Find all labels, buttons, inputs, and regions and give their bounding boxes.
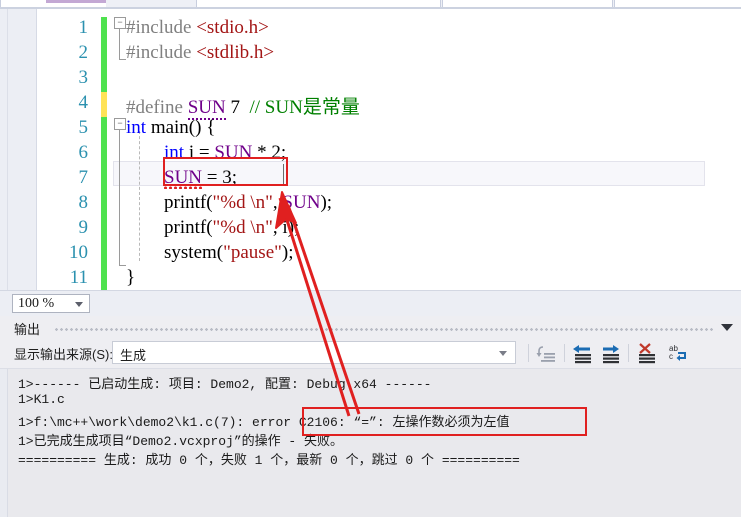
editor-status-strip (0, 290, 741, 317)
change-bar (101, 142, 107, 167)
code-token: "%d \n" (212, 192, 273, 213)
line-number: 2 (78, 42, 89, 63)
code-token: "pause" (223, 242, 282, 263)
chevron-down-icon (499, 351, 507, 356)
line-number: 5 (78, 117, 89, 138)
output-line[interactable]: 1>K1.c (18, 392, 65, 407)
code-token: , i); (272, 217, 300, 238)
output-toolbar[interactable]: 显示输出来源(S): 生成 ab c (0, 338, 741, 369)
code-token: } (126, 267, 136, 288)
code-token: SUN (282, 192, 321, 213)
code-text: #include <stdlib.h> (126, 42, 274, 64)
code-line[interactable]: 10 system("pause"); (0, 242, 741, 267)
output-text-area[interactable]: 1>------ 已启动生成: 项目: Demo2, 配置: Debug x64… (8, 369, 741, 517)
change-bar (101, 242, 107, 267)
code-token: #define (126, 97, 188, 118)
code-token: <stdlib.h> (196, 42, 275, 63)
toolbar-separator-1 (528, 344, 529, 362)
code-text: #include <stdio.h> (126, 17, 269, 39)
output-pane-title: 输出 (14, 322, 41, 337)
navigate-forward-icon[interactable] (598, 341, 624, 365)
change-bar (101, 17, 107, 42)
change-bar (101, 267, 107, 290)
code-token: , (272, 192, 283, 213)
code-text: #define SUN 7 // SUN是常量 (126, 92, 360, 120)
code-line[interactable]: 7 SUN = 3; (0, 167, 741, 192)
line-number: 8 (78, 192, 89, 213)
output-pane-header: 输出 (0, 316, 741, 338)
jump-to-source-icon[interactable] (534, 341, 560, 365)
change-bar (101, 42, 107, 67)
change-bar (101, 192, 107, 217)
code-text: } (126, 267, 135, 289)
change-bar (101, 92, 107, 117)
code-token: printf( (164, 192, 213, 213)
code-token: #include (126, 42, 197, 63)
line-number: 1 (78, 17, 89, 38)
output-source-label: 显示输出来源(S): (14, 347, 113, 362)
line-number: 3 (78, 67, 89, 88)
code-text: printf("%d \n", SUN); (164, 192, 332, 214)
code-token: printf( (164, 217, 213, 238)
toggle-word-wrap-icon[interactable]: ab c (666, 341, 692, 365)
clear-all-icon[interactable] (634, 341, 660, 365)
code-line[interactable]: 1 #include <stdio.h> (0, 17, 741, 42)
output-line[interactable]: ========== 生成: 成功 0 个，失败 1 个，最新 0 个，跳过 0… (18, 449, 520, 468)
code-token: main() { (146, 117, 216, 138)
line-number: 11 (69, 267, 88, 288)
code-token: int (126, 117, 147, 138)
change-bar (101, 217, 107, 242)
code-token: <stdio.h> (196, 17, 269, 38)
output-line[interactable]: 1>已完成生成项目“Demo2.vcxproj”的操作 - 失败。 (18, 430, 343, 449)
change-bar (101, 167, 107, 192)
line-number: 4 (78, 92, 89, 113)
editor-tab-strip[interactable] (0, 0, 741, 9)
zoom-level-select[interactable]: 100 % (12, 294, 90, 313)
chevron-down-icon[interactable] (721, 324, 733, 331)
code-editor[interactable]: − − 1 #include <stdio.h> 2 #include <stdlib… (0, 9, 741, 290)
annotation-box-code (163, 157, 288, 186)
zoom-level-value: 100 % (18, 296, 55, 311)
line-number: 9 (78, 217, 89, 238)
output-header-dotted-rule (54, 327, 715, 331)
code-token: // SUN是常量 (249, 97, 360, 118)
code-token: "%d \n" (212, 217, 273, 238)
code-token: #include (126, 17, 197, 38)
code-text: int main() { (126, 117, 215, 139)
change-bar (101, 117, 107, 142)
toolbar-separator-2 (564, 344, 565, 362)
code-text: system("pause"); (164, 242, 294, 264)
toolbar-separator-3 (628, 344, 629, 362)
line-number: 6 (78, 142, 89, 163)
line-number: 10 (69, 242, 88, 263)
change-bar (101, 67, 107, 92)
code-token: 7 (225, 97, 250, 118)
code-line[interactable]: 11} (0, 267, 741, 290)
code-token: system( (164, 242, 224, 263)
svg-text:c: c (669, 352, 673, 361)
code-line[interactable]: 9 printf("%d \n", i); (0, 217, 741, 242)
line-number: 7 (78, 167, 89, 188)
code-text: printf("%d \n", i); (164, 217, 299, 239)
navigate-backward-icon[interactable] (570, 341, 596, 365)
chevron-down-icon (75, 302, 83, 307)
output-source-value: 生成 (120, 348, 147, 363)
code-line[interactable]: 4 #define SUN 7 // SUN是常量 (0, 92, 741, 120)
code-line[interactable]: 5 int main() { (0, 117, 741, 142)
code-line[interactable]: 2 #include <stdlib.h> (0, 42, 741, 67)
code-line[interactable]: 3 (0, 67, 741, 92)
code-line[interactable]: 8 printf("%d \n", SUN); (0, 192, 741, 217)
annotation-box-error (302, 407, 587, 436)
output-line[interactable]: 1>------ 已启动生成: 项目: Demo2, 配置: Debug x64… (18, 373, 431, 392)
code-token: ); (281, 242, 294, 263)
output-source-select[interactable]: 生成 (112, 341, 516, 364)
code-token: ); (320, 192, 333, 213)
code-line[interactable]: 6 int i = SUN * 2; (0, 142, 741, 167)
